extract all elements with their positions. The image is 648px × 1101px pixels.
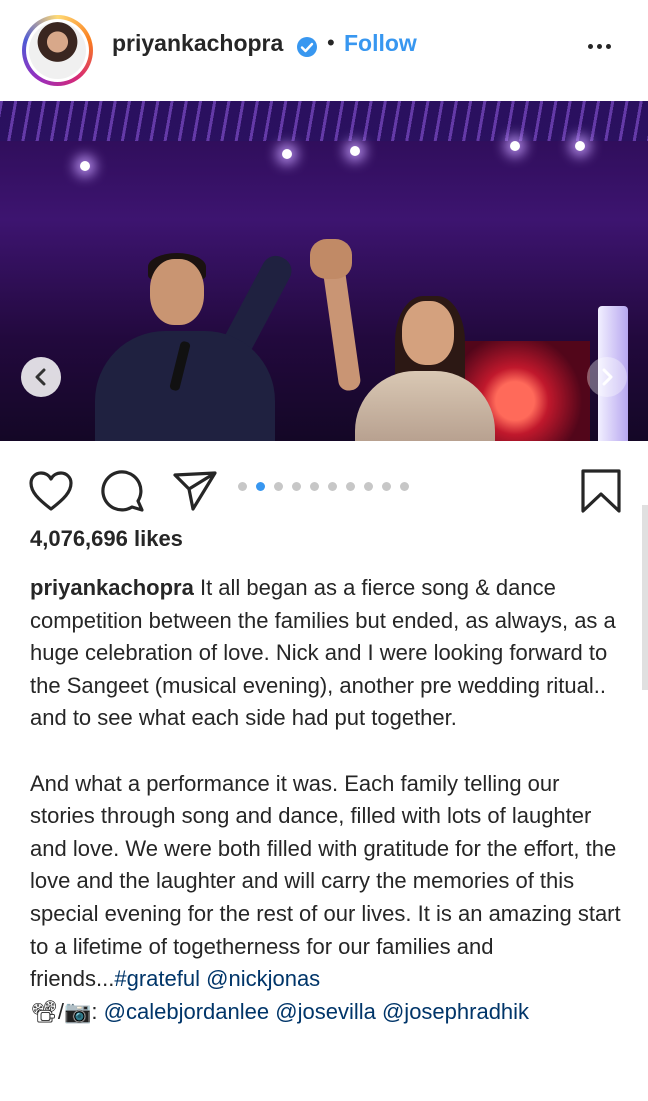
- mention-link[interactable]: @calebjordanlee: [104, 999, 269, 1024]
- post-header: priyankachopra • Follow: [0, 0, 648, 100]
- like-count[interactable]: 4,076,696 likes: [30, 526, 183, 552]
- verified-badge-icon: [297, 37, 317, 57]
- carousel-dot: [346, 482, 355, 492]
- caption-username[interactable]: priyankachopra: [30, 575, 194, 600]
- carousel-dot: [400, 482, 409, 492]
- post-image[interactable]: [0, 101, 648, 441]
- send-icon[interactable]: [172, 469, 218, 513]
- mention-link[interactable]: @nickjonas: [206, 966, 320, 991]
- mention-link[interactable]: @josevilla: [275, 999, 376, 1024]
- separator-dot: •: [327, 30, 335, 55]
- chevron-left-icon[interactable]: [21, 357, 61, 397]
- carousel-dot: [274, 482, 283, 492]
- heart-icon[interactable]: [28, 470, 74, 512]
- more-options-icon[interactable]: [588, 36, 622, 56]
- avatar[interactable]: [22, 15, 93, 86]
- chevron-right-icon[interactable]: [587, 357, 627, 397]
- follow-button[interactable]: Follow: [344, 30, 417, 57]
- carousel-dot: [238, 482, 247, 492]
- carousel-dot: [364, 482, 373, 492]
- bookmark-icon[interactable]: [580, 468, 622, 514]
- scrollbar[interactable]: [642, 505, 648, 690]
- comment-icon[interactable]: [100, 469, 146, 513]
- username[interactable]: priyankachopra: [112, 30, 283, 57]
- carousel-dot: [256, 482, 265, 492]
- caption-text-2: And what a performance it was. Each fami…: [30, 770, 621, 992]
- mention-link[interactable]: @josephradhik: [382, 999, 529, 1024]
- hashtag-link[interactable]: #grateful: [114, 966, 200, 991]
- carousel-dot: [310, 482, 319, 492]
- carousel-dot: [328, 482, 337, 492]
- carousel-indicator: [238, 478, 418, 492]
- carousel-dot: [382, 482, 391, 492]
- credits-prefix: 📽/📷:: [30, 998, 104, 1024]
- caption: priyankachopra It all began as a fierce …: [30, 572, 630, 1028]
- carousel-dot: [292, 482, 301, 492]
